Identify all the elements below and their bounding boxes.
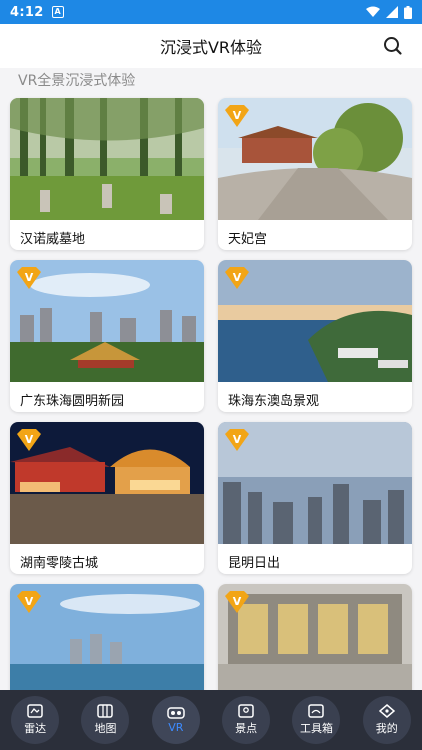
vr-icon bbox=[167, 706, 185, 719]
signal-icon bbox=[386, 6, 398, 18]
scenic-icon bbox=[238, 704, 254, 718]
vr-card[interactable]: V 湖南零陵古城 bbox=[10, 422, 204, 574]
vip-badge-icon: V bbox=[17, 267, 41, 289]
svg-text:V: V bbox=[25, 595, 34, 608]
bottom-tab-bar: 雷达 地图 VR 景点 工具箱 我的 bbox=[0, 690, 422, 750]
card-label: 广东珠海圆明新园 bbox=[20, 394, 125, 409]
card-label: 汉诺威墓地 bbox=[20, 232, 86, 247]
search-icon[interactable] bbox=[382, 35, 404, 57]
svg-text:V: V bbox=[25, 433, 34, 446]
tab-label: VR bbox=[168, 720, 184, 734]
radar-icon bbox=[27, 704, 43, 718]
toolbox-icon bbox=[308, 704, 325, 718]
vip-badge-icon: V bbox=[225, 267, 249, 289]
vip-badge-icon: V bbox=[225, 429, 249, 451]
tab-label: 我的 bbox=[375, 722, 398, 735]
card-image bbox=[10, 98, 204, 220]
svg-text:V: V bbox=[233, 595, 242, 608]
battery-icon bbox=[404, 5, 412, 19]
wifi-icon bbox=[366, 6, 380, 17]
vip-badge-icon: V bbox=[17, 591, 41, 613]
tab-radar[interactable]: 雷达 bbox=[11, 696, 60, 744]
vip-badge-icon: V bbox=[225, 105, 249, 127]
sim-icon: A bbox=[51, 6, 64, 18]
vr-card[interactable]: V 天妃宫 bbox=[218, 98, 412, 250]
vip-badge-icon: V bbox=[225, 591, 249, 613]
tab-vr[interactable]: VR bbox=[151, 696, 200, 744]
app-header: 沉浸式VR体验 bbox=[0, 24, 422, 68]
vr-card[interactable]: V 广东珠海圆明新园 bbox=[10, 260, 204, 412]
tab-label: 工具箱 bbox=[299, 722, 333, 735]
tab-scenic[interactable]: 景点 bbox=[222, 696, 271, 744]
card-label: 湖南零陵古城 bbox=[20, 556, 99, 571]
svg-text:V: V bbox=[233, 271, 242, 284]
status-bar: 4:12 A bbox=[0, 0, 422, 24]
tab-label: 雷达 bbox=[24, 722, 47, 735]
status-time: 4:12 bbox=[10, 4, 44, 20]
page-title: 沉浸式VR体验 bbox=[159, 38, 263, 57]
tab-label: 地图 bbox=[94, 722, 117, 735]
card-label: 珠海东澳岛景观 bbox=[228, 394, 320, 409]
profile-icon bbox=[378, 704, 395, 718]
svg-text:V: V bbox=[233, 109, 242, 122]
tab-toolbox[interactable]: 工具箱 bbox=[292, 696, 341, 744]
vip-badge-icon: V bbox=[17, 429, 41, 451]
map-icon bbox=[97, 704, 114, 718]
tab-map[interactable]: 地图 bbox=[81, 696, 130, 744]
tab-profile[interactable]: 我的 bbox=[362, 696, 411, 744]
svg-text:V: V bbox=[25, 271, 34, 284]
svg-text:V: V bbox=[233, 433, 242, 446]
section-title: VR全景沉浸式体验 bbox=[18, 73, 136, 89]
tab-label: 景点 bbox=[235, 722, 258, 735]
card-label: 天妃宫 bbox=[228, 232, 268, 247]
card-label: 昆明日出 bbox=[228, 556, 281, 571]
vr-card[interactable]: 汉诺威墓地 bbox=[10, 98, 204, 250]
vr-card[interactable]: V 昆明日出 bbox=[218, 422, 412, 574]
vr-card[interactable]: V 珠海东澳岛景观 bbox=[218, 260, 412, 412]
